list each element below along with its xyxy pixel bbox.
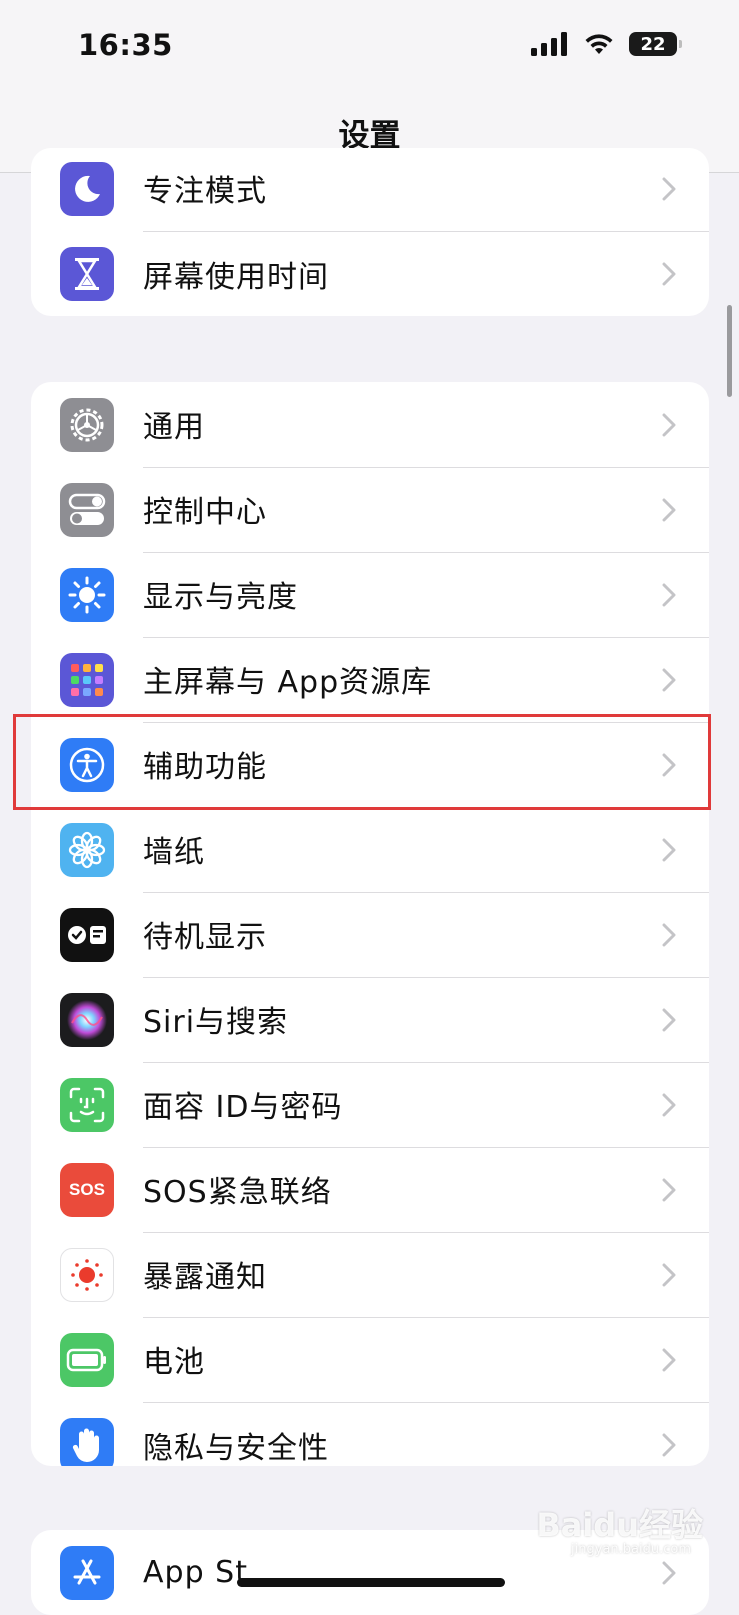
chevron-right-icon bbox=[662, 1178, 676, 1201]
row-label: 电池 bbox=[143, 1345, 205, 1380]
chevron-right-icon bbox=[662, 262, 676, 285]
chevron-right-icon bbox=[662, 583, 676, 606]
sos-icon-text: SOS bbox=[69, 1179, 105, 1199]
settings-row-home-screen[interactable]: 主屏幕与 App资源库 bbox=[31, 637, 709, 723]
exposure-icon bbox=[60, 1247, 114, 1302]
settings-row-sos[interactable]: SOS SOS紧急联络 bbox=[31, 1147, 709, 1233]
chevron-right-icon bbox=[662, 1348, 676, 1371]
sos-icon: SOS bbox=[60, 1162, 114, 1217]
watermark-url: jingyan.baidu.com bbox=[571, 1542, 691, 1557]
moon-icon bbox=[60, 161, 114, 216]
status-icons: 22 bbox=[531, 32, 682, 56]
chevron-right-icon bbox=[662, 838, 676, 861]
status-bar: 16:35 22 bbox=[0, 0, 739, 96]
status-time: 16:35 bbox=[78, 28, 173, 62]
chevron-right-icon bbox=[662, 413, 676, 436]
settings-group-general: 通用 控制中心 显示与亮度 主屏幕与 App资源库 辅助功能 墙纸 待机显示 S… bbox=[31, 382, 709, 1466]
row-label: 暴露通知 bbox=[143, 1260, 267, 1295]
siri-icon bbox=[60, 992, 114, 1047]
row-label: 屏幕使用时间 bbox=[143, 259, 329, 295]
app-store-icon bbox=[60, 1545, 114, 1600]
standby-icon bbox=[60, 907, 114, 962]
row-label: 隐私与安全性 bbox=[143, 1430, 329, 1466]
battery-level: 22 bbox=[640, 33, 666, 55]
hourglass-icon bbox=[60, 246, 114, 301]
chevron-right-icon bbox=[662, 1263, 676, 1286]
settings-row-display[interactable]: 显示与亮度 bbox=[31, 552, 709, 638]
row-label: 主屏幕与 App资源库 bbox=[143, 665, 433, 700]
settings-group-focus: 专注模式 屏幕使用时间 bbox=[31, 148, 709, 316]
settings-row-wallpaper[interactable]: 墙纸 bbox=[31, 807, 709, 893]
chevron-right-icon bbox=[662, 923, 676, 946]
settings-row-siri[interactable]: Siri与搜索 bbox=[31, 977, 709, 1063]
chevron-right-icon bbox=[662, 1433, 676, 1456]
row-label: 通用 bbox=[143, 410, 205, 445]
row-label: 待机显示 bbox=[143, 920, 267, 955]
row-label: App St bbox=[143, 1555, 248, 1590]
battery-icon bbox=[60, 1332, 114, 1387]
chevron-right-icon bbox=[662, 1093, 676, 1116]
settings-row-exposure[interactable]: 暴露通知 bbox=[31, 1232, 709, 1318]
chevron-right-icon bbox=[662, 498, 676, 521]
settings-row-general[interactable]: 通用 bbox=[31, 382, 709, 468]
sun-icon bbox=[60, 567, 114, 622]
settings-row-screen-time[interactable]: 屏幕使用时间 bbox=[31, 231, 709, 316]
face-id-icon bbox=[60, 1077, 114, 1132]
scroll-indicator[interactable] bbox=[727, 305, 732, 397]
row-label: 墙纸 bbox=[143, 835, 205, 870]
chevron-right-icon bbox=[662, 177, 676, 200]
highlight-box bbox=[13, 714, 711, 810]
chevron-right-icon bbox=[662, 1008, 676, 1031]
chevron-right-icon bbox=[662, 668, 676, 691]
app-grid-icon bbox=[60, 652, 114, 707]
row-label: 面容 ID与密码 bbox=[143, 1090, 343, 1125]
home-indicator[interactable] bbox=[237, 1578, 505, 1587]
battery-indicator: 22 bbox=[629, 32, 682, 56]
settings-row-focus[interactable]: 专注模式 bbox=[31, 148, 709, 232]
row-label: 专注模式 bbox=[143, 174, 267, 209]
toggles-icon bbox=[60, 482, 114, 537]
cellular-signal-icon bbox=[531, 32, 567, 56]
flower-icon bbox=[60, 822, 114, 877]
gear-icon bbox=[60, 397, 114, 452]
chevron-right-icon bbox=[662, 1561, 676, 1584]
settings-row-battery[interactable]: 电池 bbox=[31, 1317, 709, 1403]
row-label: 显示与亮度 bbox=[143, 580, 298, 615]
settings-row-face-id[interactable]: 面容 ID与密码 bbox=[31, 1062, 709, 1148]
settings-row-control-center[interactable]: 控制中心 bbox=[31, 467, 709, 553]
row-label: Siri与搜索 bbox=[143, 1005, 289, 1040]
wifi-icon bbox=[585, 34, 613, 54]
row-label: 控制中心 bbox=[143, 495, 267, 530]
settings-row-standby[interactable]: 待机显示 bbox=[31, 892, 709, 978]
watermark: Baidu经验 bbox=[536, 1506, 703, 1544]
hand-icon bbox=[60, 1417, 114, 1466]
row-label: SOS紧急联络 bbox=[143, 1175, 332, 1210]
settings-row-privacy[interactable]: 隐私与安全性 bbox=[31, 1402, 709, 1466]
